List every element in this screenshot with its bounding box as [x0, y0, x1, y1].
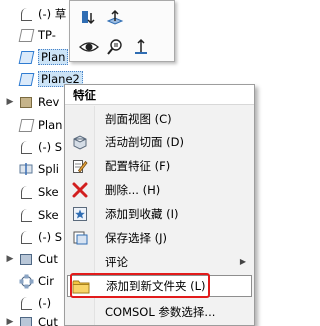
- menu-header: 特征: [65, 85, 254, 105]
- plane-icon: [18, 71, 34, 87]
- menu-item-label: 添加到收藏 (I): [105, 207, 179, 221]
- sketch-icon: [18, 139, 34, 155]
- tree-item-label: (-) S: [38, 230, 63, 244]
- revolve-icon: [18, 94, 34, 110]
- context-menu: 特征 剖面视图 (C) 活动剖切面 (D) 配置特征 (F) 删除... (H)…: [64, 84, 255, 326]
- cut-icon: [18, 314, 34, 326]
- axis-icon[interactable]: [130, 36, 152, 58]
- plane-view-icon[interactable]: [104, 7, 126, 29]
- sketch-icon: [18, 207, 34, 223]
- split-icon: [18, 161, 34, 177]
- plane-icon: [18, 117, 34, 133]
- menu-item-label: 删除... (H): [105, 183, 161, 197]
- menu-item-add-to-favorites[interactable]: 添加到收藏 (I): [67, 203, 252, 225]
- menu-item-label: 添加到新文件夹 (L): [106, 279, 206, 293]
- tree-item-label: Cut: [38, 315, 58, 326]
- zoom-selection-icon[interactable]: [104, 36, 126, 58]
- menu-item-section-view[interactable]: 剖面视图 (C): [67, 108, 252, 130]
- circular-pattern-icon: [18, 273, 34, 289]
- tree-item-label: (-) 草: [38, 7, 67, 21]
- tree-item-label: Ske: [38, 185, 59, 199]
- menu-item-comsol-parameter-selection[interactable]: COMSOL 参数选择...: [67, 301, 252, 323]
- tree-item-label: (-): [38, 296, 52, 310]
- menu-item-label: COMSOL 参数选择...: [105, 305, 216, 319]
- cut-icon: [18, 251, 34, 267]
- menu-item-label: 活动剖切面 (D): [105, 135, 184, 149]
- menu-item-save-selection[interactable]: 保存选择 (J): [67, 227, 252, 249]
- menu-item-delete[interactable]: 删除... (H): [67, 179, 252, 201]
- plane-icon: [18, 27, 34, 43]
- save-selection-icon: [67, 227, 93, 249]
- tree-item-label: (-) S: [38, 140, 63, 154]
- favorite-icon: [67, 203, 93, 225]
- section-plane-icon: [67, 131, 93, 153]
- menu-item-label: 配置特征 (F): [105, 159, 171, 173]
- tree-item-label: TP-: [38, 28, 56, 42]
- sketch-icon: [18, 229, 34, 245]
- plane-icon: [18, 49, 34, 65]
- tree-item-label: Plan: [38, 49, 69, 65]
- menu-item-active-section-plane[interactable]: 活动剖切面 (D): [67, 131, 252, 153]
- expand-arrow[interactable]: ▶: [4, 254, 16, 264]
- menu-item-label: 保存选择 (J): [105, 231, 168, 245]
- menu-item-label: 评论: [105, 255, 128, 269]
- sketch-icon: [18, 184, 34, 200]
- tree-item-label: Rev: [38, 95, 60, 109]
- eye-icon[interactable]: [78, 36, 100, 58]
- tree-item-label: Plan: [38, 118, 63, 132]
- delete-icon: [67, 179, 93, 201]
- tree-item-label: Spli: [38, 162, 59, 176]
- menu-item-add-to-new-folder[interactable]: 添加到新文件夹 (L): [67, 275, 252, 297]
- configure-feature-icon: [67, 155, 93, 177]
- tree-item-label: Cut: [38, 252, 58, 266]
- expand-arrow[interactable]: ▶: [4, 97, 16, 107]
- menu-item-comment[interactable]: 评论 ▶: [67, 251, 252, 273]
- normal-to-icon[interactable]: [78, 7, 100, 29]
- sketch-icon: [18, 6, 34, 22]
- sketch-icon: [18, 295, 34, 311]
- submenu-arrow-icon: ▶: [239, 257, 246, 266]
- tree-item-label: Ske: [38, 208, 59, 222]
- menu-item-configure-feature[interactable]: 配置特征 (F): [67, 155, 252, 177]
- tree-item-label: Cir: [38, 274, 54, 288]
- context-toolbar: [69, 0, 175, 62]
- folder-icon: [68, 275, 94, 297]
- expand-arrow[interactable]: ▶: [4, 317, 16, 326]
- menu-item-label: 剖面视图 (C): [105, 112, 172, 126]
